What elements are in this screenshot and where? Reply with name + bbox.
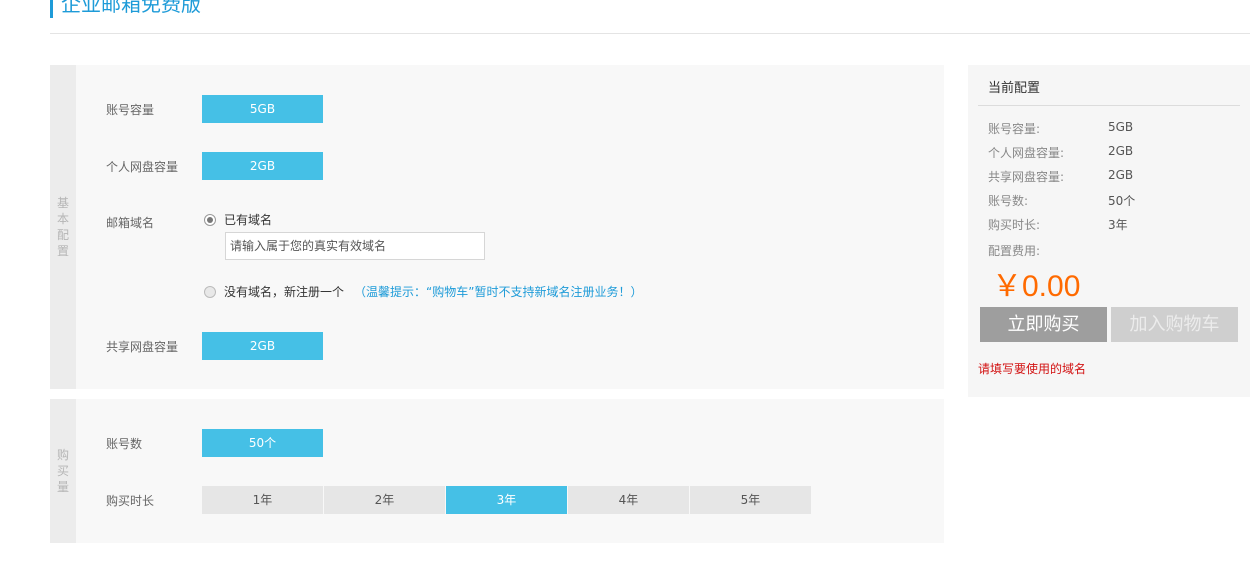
personal-disk-row: 个人网盘容量 2GB	[106, 152, 323, 180]
summary-row-shared-disk: 共享网盘容量: 2GB	[988, 168, 1133, 185]
duration-option-3[interactable]: 3年	[446, 486, 567, 514]
radio-have-domain[interactable]: 已有域名	[204, 211, 272, 228]
basic-config-side-label: 基本配置	[56, 196, 69, 258]
price-value: ￥0.00	[992, 270, 1081, 303]
buy-now-button[interactable]: 立即购买	[980, 307, 1107, 342]
mail-domain-label: 邮箱域名	[106, 215, 155, 230]
duration-option-5[interactable]: 5年	[690, 486, 811, 514]
summary-key: 账号数:	[988, 194, 1029, 208]
mail-domain-row: 邮箱域名	[106, 208, 202, 236]
summary-value: 3年	[1108, 218, 1128, 232]
page-title: 企业邮箱免费版	[50, 0, 201, 18]
duration-option-4[interactable]: 4年	[568, 486, 689, 514]
personal-disk-label: 个人网盘容量	[106, 159, 179, 174]
shared-disk-label: 共享网盘容量	[106, 339, 179, 354]
duration-selector: 1年 2年 3年 4年 5年	[202, 486, 812, 514]
shared-disk-option[interactable]: 2GB	[202, 332, 323, 360]
summary-key: 共享网盘容量:	[988, 170, 1065, 184]
config-summary-panel: 当前配置 账号容量: 5GB 个人网盘容量: 2GB 共享网盘容量: 2GB 账…	[968, 65, 1250, 397]
summary-key: 账号容量:	[988, 122, 1041, 136]
summary-row-account-capacity: 账号容量: 5GB	[988, 120, 1133, 137]
domain-tip: （温馨提示：“购物车”暂时不支持新域名注册业务！）	[354, 285, 643, 299]
basic-config-section: 基本配置 账号容量 5GB 个人网盘容量 2GB 邮箱域名 共享网盘容量 2GB	[50, 65, 944, 389]
radio-checked-icon[interactable]	[204, 213, 216, 226]
summary-value: 2GB	[1108, 144, 1134, 158]
summary-value: 5GB	[1108, 120, 1134, 134]
personal-disk-option[interactable]: 2GB	[202, 152, 323, 180]
summary-title: 当前配置	[988, 81, 1041, 96]
purchase-side: 购买量	[50, 399, 76, 543]
summary-key: 个人网盘容量:	[988, 146, 1065, 160]
account-capacity-option[interactable]: 5GB	[202, 95, 323, 123]
duration-label: 购买时长	[106, 493, 155, 508]
summary-row-duration: 购买时长: 3年	[988, 216, 1128, 233]
summary-row-accounts: 账号数: 50个	[988, 192, 1135, 209]
basic-config-side: 基本配置	[50, 65, 76, 389]
accounts-row: 账号数 50个	[106, 429, 323, 457]
summary-value: 2GB	[1108, 168, 1134, 182]
summary-value: 50个	[1108, 194, 1136, 208]
purchase-side-label: 购买量	[56, 448, 69, 494]
duration-row: 购买时长 1年 2年 3年 4年 5年	[106, 486, 812, 514]
radio-have-domain-label: 已有域名	[224, 213, 273, 227]
domain-input[interactable]	[225, 232, 485, 260]
fee-label: 配置费用:	[988, 244, 1041, 258]
domain-warning: 请填写要使用的域名	[978, 362, 1087, 376]
summary-divider	[978, 105, 1240, 106]
radio-no-domain[interactable]: 没有域名，新注册一个 （温馨提示：“购物车”暂时不支持新域名注册业务！）	[204, 283, 642, 300]
add-to-cart-button[interactable]: 加入购物车	[1111, 307, 1238, 342]
account-capacity-label: 账号容量	[106, 102, 155, 117]
radio-unchecked-icon[interactable]	[204, 285, 216, 298]
purchase-section: 购买量 账号数 50个 购买时长 1年 2年 3年 4年 5年	[50, 399, 944, 543]
title-divider	[50, 33, 1250, 34]
duration-option-1[interactable]: 1年	[202, 486, 323, 514]
summary-key: 购买时长:	[988, 218, 1041, 232]
accounts-option[interactable]: 50个	[202, 429, 323, 457]
summary-row-personal-disk: 个人网盘容量: 2GB	[988, 144, 1133, 161]
accounts-label: 账号数	[106, 436, 143, 451]
shared-disk-row: 共享网盘容量 2GB	[106, 332, 323, 360]
duration-option-2[interactable]: 2年	[324, 486, 445, 514]
radio-no-domain-label: 没有域名，新注册一个	[224, 285, 345, 299]
account-capacity-row: 账号容量 5GB	[106, 95, 323, 123]
